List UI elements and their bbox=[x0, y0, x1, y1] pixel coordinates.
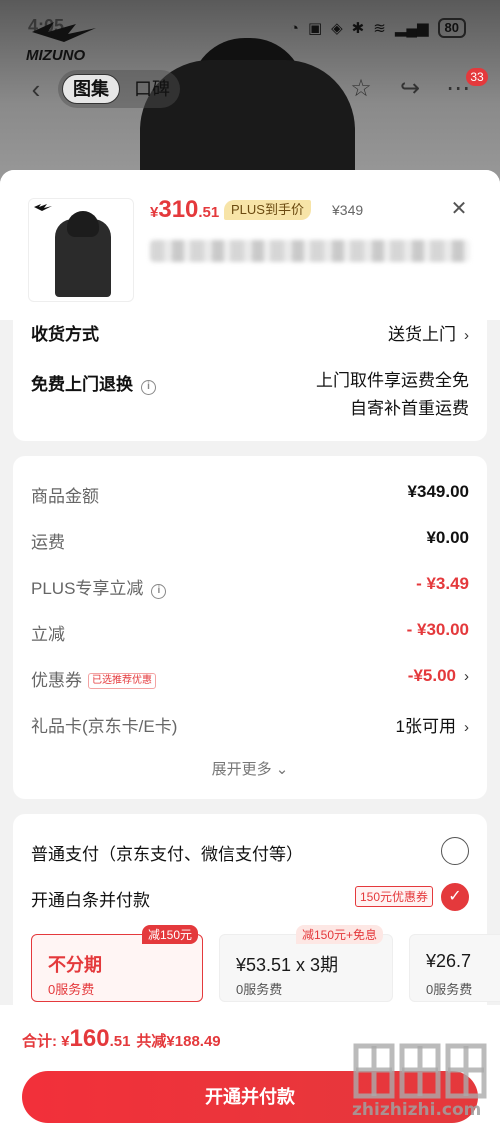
plus-price-badge: PLUS到手价 bbox=[224, 200, 311, 220]
tab-gallery[interactable]: 图集 bbox=[62, 74, 120, 104]
chevron-right-icon: › bbox=[464, 719, 469, 736]
speed-icon: ◔ bbox=[289, 19, 299, 37]
delivery-card: 收货方式 送货上门 › 免费上门退换 i 上门取件享运费全免 自寄补首重运费 bbox=[13, 320, 487, 441]
plus-price: ¥310.51 bbox=[150, 196, 220, 223]
total-savings: 共减¥188.49 bbox=[136, 1033, 221, 1050]
back-button[interactable]: ‹ bbox=[22, 74, 50, 106]
baitiao-payment-option[interactable]: 开通白条并付款 150元优惠券 ✓ bbox=[31, 883, 469, 911]
bluetooth-icon: ✱ bbox=[351, 20, 365, 37]
message-badge: 33 bbox=[466, 68, 488, 86]
cost-row-coupon[interactable]: 优惠券 已选推荐优惠 -¥5.00 › bbox=[31, 666, 469, 691]
signal-icon: ▂▄▆ bbox=[394, 20, 429, 37]
vibrate-icon: ◈ bbox=[331, 20, 343, 37]
mizuno-logo: MIZUNO bbox=[26, 22, 96, 64]
battery-indicator: 80 bbox=[437, 18, 466, 38]
svg-text:MIZUNO: MIZUNO bbox=[26, 47, 85, 64]
product-title-blurred bbox=[150, 240, 470, 262]
thumb-hood-shape bbox=[67, 211, 99, 237]
tab-reviews[interactable]: 口碑 bbox=[128, 74, 176, 104]
plan-3-installments[interactable]: 减150元+免息 ¥53.51 x 3期 0服务费 bbox=[219, 925, 393, 1002]
thumb-brand-icon bbox=[34, 204, 52, 211]
plan-no-installment[interactable]: 减150元 不分期 0服务费 bbox=[31, 925, 203, 1002]
cost-row-shipping: 运费 ¥0.00 bbox=[31, 528, 469, 552]
watermark-logo bbox=[353, 1043, 487, 1099]
top-nav: ‹ 图集 口碑 ☆ ↪ ⋯ bbox=[0, 70, 500, 110]
order-total: 合计: ¥160.51 共减¥188.49 bbox=[22, 1025, 221, 1052]
radio-normal-payment[interactable] bbox=[441, 837, 469, 865]
cost-row-goods: 商品金额 ¥349.00 bbox=[31, 482, 469, 506]
checkout-sheet: ¥310.51 PLUS到手价 ¥349 ✕ 收货方式 送货上门 › 免费上门退换… bbox=[0, 170, 500, 1129]
chevron-down-icon: ⌄ bbox=[275, 761, 289, 778]
baitiao-coupon-badge: 150元优惠券 bbox=[354, 886, 433, 907]
normal-payment-option[interactable]: 普通支付（京东支付、微信支付等） bbox=[31, 837, 469, 865]
installment-plans: 减150元 不分期 0服务费 减150元+免息 ¥53.51 x 3期 0服务费… bbox=[13, 925, 500, 1014]
watermark-text: zhizhizhi.com bbox=[352, 1100, 482, 1120]
info-icon[interactable]: i bbox=[151, 584, 167, 599]
status-icons: ◔ ▣ ◈ ✱ ≋ ▂▄▆ 80 bbox=[290, 18, 466, 38]
radio-baitiao-checked-icon[interactable]: ✓ bbox=[441, 883, 469, 911]
delivery-method-row[interactable]: 收货方式 送货上门 › bbox=[31, 320, 469, 345]
plan-more-installments[interactable]: ¥26.7 0服务费 bbox=[409, 934, 500, 1002]
info-icon[interactable]: i bbox=[141, 380, 156, 395]
favorite-star-icon[interactable]: ☆ bbox=[346, 74, 376, 104]
product-thumbnail bbox=[28, 198, 134, 302]
expand-more-button[interactable]: 展开更多 ⌄ bbox=[13, 758, 487, 779]
chevron-right-icon: › bbox=[464, 668, 469, 685]
chevron-right-icon: › bbox=[464, 327, 469, 344]
close-icon[interactable]: ✕ bbox=[448, 198, 470, 220]
original-price: ¥349 bbox=[332, 202, 364, 218]
product-summary: ¥310.51 PLUS到手价 ¥349 ✕ bbox=[0, 170, 500, 320]
coupon-selected-tag: 已选推荐优惠 bbox=[88, 673, 156, 689]
view-tabs: 图集 口碑 bbox=[58, 70, 180, 108]
cost-row-instant-discount: 立减 - ¥30.00 bbox=[31, 620, 469, 644]
nfc-icon: ▣ bbox=[307, 20, 323, 37]
cost-row-plus-discount: PLUS专享立减 i - ¥3.49 bbox=[31, 574, 469, 599]
wifi-icon: ≋ bbox=[373, 20, 386, 37]
cost-breakdown-card: 商品金额 ¥349.00 运费 ¥0.00 PLUS专享立减 i - ¥3.49 … bbox=[13, 456, 487, 799]
free-return-row: 免费上门退换 i 上门取件享运费全免 自寄补首重运费 bbox=[31, 371, 469, 418]
share-icon[interactable]: ↪ bbox=[395, 74, 425, 104]
cost-row-gift-card[interactable]: 礼品卡(京东卡/E卡) 1张可用 › bbox=[31, 712, 469, 737]
